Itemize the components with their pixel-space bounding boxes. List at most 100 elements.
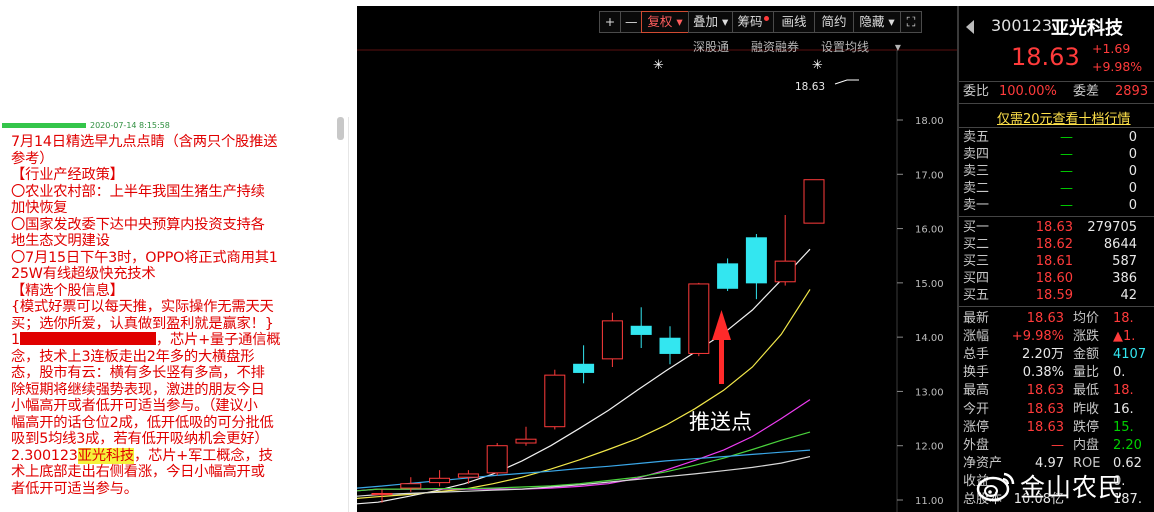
- message-line: 【精选个股信息】: [11, 282, 124, 299]
- candlestick[interactable]: [486, 443, 508, 476]
- message-line: 〇国家发改委下达中央预算内投资支持各: [11, 216, 265, 233]
- message-line: 〇农业农村部：上半年我国生猪生产持续: [11, 183, 265, 200]
- adjust-label: 复权: [647, 14, 673, 29]
- fullscreen-icon[interactable]: ⛶: [900, 11, 922, 33]
- candlestick[interactable]: [601, 312, 623, 367]
- message-header: 2020-07-14 8:15:58: [2, 121, 170, 131]
- stat-value: ▲1.: [1113, 329, 1136, 345]
- kline-chart[interactable]: 18.00 17.00 16.00 15.00 14.00 13.00 12.00 11.00…: [357, 6, 957, 512]
- ma-settings-dropdown[interactable]: 设置均线 ▾: [821, 38, 923, 55]
- candlestick[interactable]: [803, 179, 825, 224]
- bid-price: 18.63: [1035, 220, 1073, 235]
- stat-value: 4107: [1113, 347, 1147, 363]
- northbound-link[interactable]: 深股通: [693, 38, 729, 55]
- stat-label: 换手: [963, 365, 990, 381]
- price-change: +1.69: [1092, 41, 1131, 56]
- ask-volume: 0: [1128, 130, 1137, 145]
- message-line: 幅高开的话仓位2成，低开低吸的可分批低: [11, 414, 274, 431]
- adjust-dropdown[interactable]: 复权 ▾: [641, 11, 689, 33]
- ask-label: 卖五: [963, 130, 990, 145]
- push-point-annotation: 推送点: [689, 410, 752, 434]
- last-price: 18.63: [1011, 43, 1080, 71]
- quote-stat-row: 总手 2.20万 金额 4107: [963, 346, 1154, 364]
- bid-label: 买五: [963, 288, 990, 303]
- bid-price: 18.60: [1035, 271, 1073, 286]
- message-timestamp: 2020-07-14 8:15:58: [90, 121, 170, 130]
- candlestick[interactable]: [717, 258, 739, 291]
- draw-line-button[interactable]: 画线: [773, 11, 815, 33]
- candlestick[interactable]: [659, 326, 681, 365]
- stat-label: 内盘: [1073, 437, 1100, 453]
- stat-label: 涨停: [963, 419, 990, 435]
- hide-dropdown[interactable]: 隐藏 ▾: [853, 11, 901, 33]
- ask-price: —: [1060, 198, 1073, 213]
- stat-label: 今开: [963, 401, 990, 417]
- candlestick[interactable]: [515, 426, 537, 446]
- candlestick[interactable]: [688, 282, 710, 357]
- candlestick[interactable]: [630, 307, 652, 348]
- ask-row: 卖五 — 0: [963, 129, 1154, 146]
- ten-level-quote-link[interactable]: 仅需20元查看十档行情: [997, 108, 1131, 127]
- stat-label: 最高: [963, 383, 990, 399]
- stat-label: 最低: [1073, 383, 1100, 399]
- zoom-out-button[interactable]: —: [620, 11, 642, 33]
- event-marker-icon[interactable]: ✳: [812, 58, 823, 73]
- message-line: 25W有线超级快充技术: [11, 266, 156, 282]
- message-line: 术上底部走出右侧看涨，今日小幅高开或: [11, 464, 265, 480]
- candle-body: [429, 477, 451, 484]
- kline-chart-panel[interactable]: 18.00 17.00 16.00 15.00 14.00 13.00 12.00 11.00…: [357, 6, 957, 512]
- price-tick-label: 12.00: [915, 442, 944, 453]
- event-marker-icon[interactable]: ✳: [653, 58, 664, 73]
- weicha-label: 委差: [1073, 84, 1100, 99]
- simple-mode-button[interactable]: 简约: [814, 11, 854, 33]
- price-tick-label: 16.00: [915, 225, 944, 236]
- watermark: 金山农民: [976, 466, 1124, 506]
- candlestick[interactable]: [573, 345, 595, 384]
- stat-value: 0.38%: [1022, 365, 1064, 381]
- stat-label: 外盘: [963, 437, 990, 453]
- candle-body: [630, 325, 652, 335]
- candle-body: [573, 363, 595, 373]
- stat-label: 最新: [963, 311, 990, 326]
- bid-volume: 587: [1112, 254, 1137, 269]
- bid-label: 买二: [963, 237, 990, 252]
- last-price-pointer: [834, 79, 859, 85]
- candlestick[interactable]: [774, 215, 796, 286]
- bid-volume: 279705: [1087, 220, 1137, 235]
- bid-label: 买一: [963, 220, 990, 235]
- margin-trading-link[interactable]: 融资融券: [751, 38, 799, 55]
- weibi-row: 委比 100.00% 委差 2893: [963, 84, 1148, 100]
- stat-value: 18.: [1113, 311, 1134, 326]
- stat-value: 18.63: [1026, 419, 1064, 435]
- weibi-value: 100.00%: [999, 84, 1057, 99]
- stock-1-desc: ，芯片+量子通信概: [155, 332, 281, 348]
- candlestick[interactable]: [544, 369, 566, 430]
- divider: [959, 81, 1154, 82]
- sender-name-redacted[interactable]: [2, 123, 86, 128]
- ask-row: 卖二 — 0: [963, 180, 1154, 197]
- candlestick[interactable]: [429, 470, 451, 487]
- quote-panel: 300123 亚光科技 18.63 +1.69 +9.98% 委比 100.00…: [957, 6, 1154, 512]
- ask-volume: 0: [1128, 147, 1137, 162]
- message-line: 者低开可适当参与。: [11, 480, 138, 497]
- stat-value: 18.: [1113, 383, 1134, 399]
- ask-price: —: [1060, 130, 1073, 145]
- candlestick[interactable]: [745, 234, 767, 300]
- price-tick-label: 13.00: [915, 387, 944, 398]
- message-line: 吸到5均线3成，若有低开吸纳机会更好）: [11, 431, 269, 447]
- message-line: 除短期将继续强势表现，激进的朋友今日: [11, 381, 265, 398]
- message-line: 〇7月15日下午3时，OPPO将正式商用其1: [11, 249, 278, 266]
- stat-value: +9.98%: [1011, 329, 1064, 345]
- stat-value: 18.63: [1026, 383, 1064, 399]
- notification-dot-icon: [763, 16, 769, 21]
- bid-row: 买五 18.59 42: [963, 287, 1154, 304]
- message-line: 小幅高开或者低开可适当参与。（建议小: [11, 398, 258, 414]
- back-arrow-icon[interactable]: [966, 20, 974, 34]
- overlay-dropdown[interactable]: 叠加 ▾: [688, 11, 733, 33]
- chip-distribution-button[interactable]: 筹码: [732, 11, 774, 33]
- zoom-in-button[interactable]: +: [599, 11, 621, 33]
- moving-average-line: [357, 456, 811, 497]
- candlestick[interactable]: [457, 470, 479, 484]
- message-line: 态，股市有云：横有多长竖有多高，不排: [11, 365, 265, 381]
- bid-row: 买三 18.61 587: [963, 253, 1154, 270]
